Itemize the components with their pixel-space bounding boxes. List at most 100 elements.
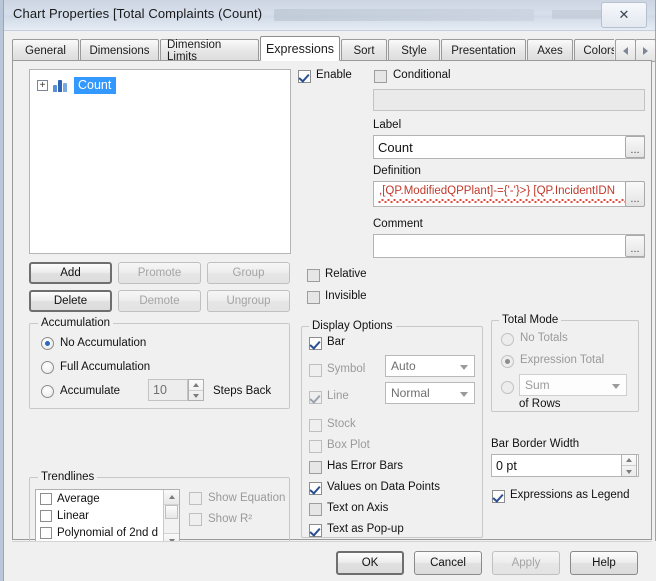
- text-as-popup-checkbox[interactable]: [309, 524, 322, 537]
- comment-input[interactable]: [373, 234, 645, 258]
- line-combo[interactable]: Normal: [385, 382, 475, 404]
- tab-style[interactable]: Style: [388, 39, 440, 61]
- spinner-down-button[interactable]: [622, 465, 636, 477]
- label-input[interactable]: Count: [373, 135, 645, 159]
- chevron-down-icon: [612, 384, 620, 389]
- values-on-data-points-checkbox[interactable]: [309, 482, 322, 495]
- has-error-bars-checkbox[interactable]: [309, 461, 322, 474]
- radio-no-totals[interactable]: [501, 333, 514, 346]
- tab-label: Dimension Limits: [167, 38, 222, 63]
- line-checkbox[interactable]: [309, 391, 322, 404]
- expressions-as-legend-checkbox[interactable]: [492, 490, 505, 503]
- symbol-combo[interactable]: Auto: [385, 355, 475, 377]
- radio-accumulate-label: Accumulate: [60, 385, 121, 397]
- tab-label: Dimensions: [89, 44, 150, 57]
- expressions-tab-panel: + Count Add Promote Group Delete Demote …: [12, 60, 652, 557]
- radio-full-accumulation[interactable]: [41, 361, 54, 374]
- definition-input[interactable]: ,[QP.ModifiedQPPlant]-={'-'}>} [QP.Incid…: [373, 181, 641, 207]
- help-button[interactable]: Help: [570, 551, 638, 575]
- bar-checkbox[interactable]: [309, 337, 322, 350]
- tab-dimension-limits[interactable]: Dimension Limits: [160, 38, 259, 63]
- conditional-checkbox[interactable]: [374, 70, 387, 83]
- bar-border-width-spinner[interactable]: [621, 454, 637, 477]
- spinner-up-button[interactable]: [622, 455, 636, 465]
- show-equation-checkbox[interactable]: [189, 492, 202, 505]
- button-label: Delete: [53, 295, 88, 307]
- footer-divider: [12, 541, 652, 542]
- close-button[interactable]: ✕: [601, 2, 647, 28]
- tab-expressions[interactable]: Expressions: [260, 36, 340, 61]
- dialog-title: Chart Properties [Total Complaints (Coun…: [13, 6, 263, 21]
- spinner-down-button[interactable]: [189, 390, 203, 401]
- expressions-tree[interactable]: + Count: [29, 69, 291, 254]
- stock-checkbox[interactable]: [309, 419, 322, 432]
- tab-dimensions[interactable]: Dimensions: [80, 39, 159, 61]
- list-item[interactable]: Linear: [36, 507, 179, 524]
- bar-border-width-input[interactable]: 0 pt: [491, 454, 639, 477]
- tab-scroll-left-button[interactable]: [615, 39, 636, 62]
- list-item[interactable]: Average: [36, 490, 179, 507]
- relative-checkbox[interactable]: [307, 269, 320, 282]
- comment-browse-button[interactable]: ...: [625, 235, 645, 257]
- symbol-label: Symbol: [327, 363, 366, 375]
- scroll-up-button[interactable]: [164, 490, 179, 505]
- promote-button[interactable]: Promote: [118, 262, 201, 284]
- symbol-checkbox[interactable]: [309, 364, 322, 377]
- conditional-input[interactable]: [373, 89, 645, 111]
- list-item[interactable]: Polynomial of 2nd d: [36, 524, 179, 541]
- tab-sort[interactable]: Sort: [341, 39, 387, 61]
- label-browse-button[interactable]: ...: [625, 136, 645, 158]
- add-button[interactable]: Add: [29, 262, 112, 284]
- steps-back-value: 10: [153, 383, 167, 397]
- trendlines-list[interactable]: Average Linear Polynomial of 2nd d Polyn…: [35, 489, 180, 549]
- radio-expression-total[interactable]: [501, 355, 514, 368]
- text-on-axis-checkbox[interactable]: [309, 503, 322, 516]
- scrollbar-thumb[interactable]: [165, 505, 178, 519]
- tab-label: General: [25, 44, 66, 57]
- show-r2-checkbox[interactable]: [189, 513, 202, 526]
- enable-checkbox[interactable]: [298, 70, 311, 83]
- tab-scroll-right-button[interactable]: [635, 39, 656, 62]
- steps-back-input[interactable]: 10: [148, 379, 188, 401]
- radio-expression-total-label: Expression Total: [520, 354, 605, 366]
- group-button[interactable]: Group: [207, 262, 290, 284]
- caret-up-icon: [168, 495, 175, 499]
- demote-button[interactable]: Demote: [118, 290, 201, 312]
- radio-accumulate[interactable]: [41, 385, 54, 398]
- radio-no-accumulation[interactable]: [41, 337, 54, 350]
- chevron-right-icon: [643, 46, 648, 55]
- delete-button[interactable]: Delete: [29, 290, 112, 312]
- ok-button[interactable]: OK: [336, 551, 404, 575]
- button-label: Promote: [137, 267, 182, 279]
- button-label: Help: [592, 557, 616, 569]
- radio-full-accumulation-label: Full Accumulation: [60, 361, 151, 373]
- button-label: Cancel: [430, 557, 466, 569]
- trendline-average-checkbox[interactable]: [40, 492, 52, 505]
- invisible-checkbox[interactable]: [307, 291, 320, 304]
- tab-label: Style: [401, 44, 427, 57]
- steps-back-spinner[interactable]: [188, 379, 204, 401]
- tab-presentation[interactable]: Presentation: [441, 39, 526, 61]
- aggregation-combo[interactable]: Sum: [519, 374, 627, 396]
- trendline-linear-checkbox[interactable]: [40, 509, 52, 522]
- expand-plus-icon[interactable]: +: [37, 80, 48, 91]
- tab-axes[interactable]: Axes: [527, 39, 573, 61]
- aggregation-combo-value: Sum: [525, 378, 550, 392]
- tab-general[interactable]: General: [12, 39, 79, 61]
- dialog-footer: OK Cancel Apply Help: [4, 541, 656, 581]
- tree-item-count[interactable]: + Count: [37, 77, 117, 94]
- display-options-group-title: Display Options: [309, 320, 396, 332]
- spinner-up-button[interactable]: [189, 380, 203, 390]
- label-input-value: Count: [378, 139, 413, 155]
- ungroup-button[interactable]: Ungroup: [207, 290, 290, 312]
- trendline-poly2-checkbox[interactable]: [40, 526, 52, 539]
- apply-button[interactable]: Apply: [492, 551, 560, 575]
- radio-aggregation[interactable]: [501, 381, 514, 394]
- definition-browse-button[interactable]: ...: [625, 181, 645, 207]
- ellipsis-icon: ...: [630, 193, 640, 205]
- ellipsis-icon: ...: [630, 243, 640, 255]
- trendlines-scrollbar[interactable]: [163, 490, 179, 548]
- cancel-button[interactable]: Cancel: [414, 551, 482, 575]
- box-plot-checkbox[interactable]: [309, 440, 322, 453]
- caret-down-icon: [626, 469, 632, 474]
